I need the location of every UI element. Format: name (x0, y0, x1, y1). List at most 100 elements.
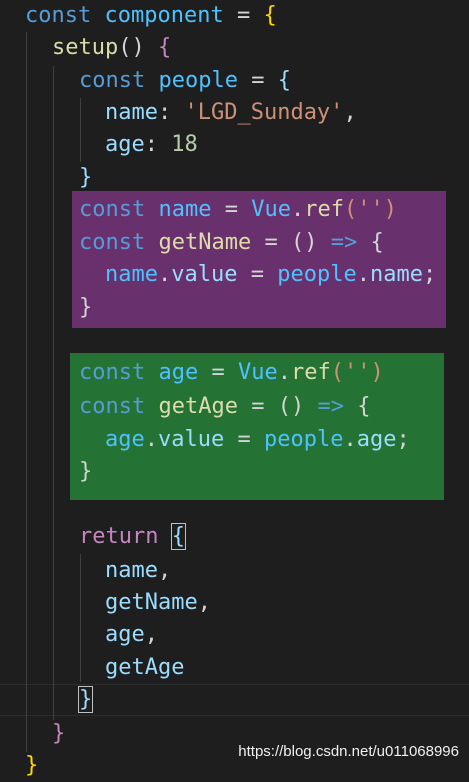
function-ref: ref (290, 360, 331, 385)
return-item-getname: getName (105, 590, 198, 615)
code-line-9[interactable]: name.value = people.name; (105, 259, 436, 291)
operator-assign: = (211, 197, 252, 222)
code-line-10[interactable]: } (79, 292, 92, 324)
brace-close: } (79, 295, 93, 320)
string-value: 'LGD_Sunday' (184, 100, 344, 125)
code-line-22[interactable]: } (25, 750, 38, 782)
parens: () (277, 394, 305, 419)
dot: . (157, 262, 172, 287)
code-line-19[interactable]: getAge (105, 652, 184, 684)
property-value: value (171, 262, 238, 287)
brace-close: } (79, 459, 93, 484)
watermark-url: https://blog.csdn.net/u011068996 (238, 743, 459, 760)
current-line-highlight (0, 684, 469, 716)
code-line-17[interactable]: getName, (105, 587, 211, 619)
code-line-8[interactable]: const getName = () => { (79, 227, 384, 259)
keyword-const: const (25, 3, 92, 28)
code-line-14[interactable]: } (79, 456, 92, 488)
code-line-6[interactable]: } (79, 162, 92, 194)
parens: () (118, 35, 145, 60)
code-line-12[interactable]: const getAge = () => { (79, 391, 370, 423)
identifier-getage: getAge (158, 394, 238, 419)
code-line-20[interactable]: } (77, 684, 94, 716)
operator-assign: = (251, 230, 291, 255)
keyword-const: const (79, 360, 146, 385)
property-age: age (105, 132, 145, 157)
identifier-age: age (158, 360, 199, 385)
code-line-5[interactable]: age: 18 (105, 129, 198, 161)
brace-open: { (277, 68, 291, 93)
dot: . (356, 262, 370, 287)
operator-assign: = (224, 427, 264, 452)
dot: . (343, 427, 357, 452)
identifier-age: age (105, 427, 145, 452)
function-setup: setup (52, 35, 119, 60)
operator-assign: = (237, 68, 278, 93)
indent-guide (26, 32, 27, 752)
brace-open: { (357, 394, 371, 419)
comma: , (343, 100, 357, 125)
dot: . (144, 427, 158, 452)
indent-guide (53, 66, 54, 720)
identifier-name: name (105, 262, 158, 287)
dot: . (277, 360, 291, 385)
property-name: name (105, 100, 158, 125)
code-line-7[interactable]: const name = Vue.ref('') (79, 194, 397, 226)
operator-assign: = (198, 360, 238, 385)
identifier-people: people (263, 427, 344, 452)
identifier-vue: Vue (237, 360, 278, 385)
brace-close: } (79, 165, 93, 190)
identifier-component: component (104, 3, 224, 28)
identifier-vue: Vue (251, 197, 291, 222)
brace-close-matched: } (77, 686, 94, 713)
code-editor[interactable]: const component = { setup() { const peop… (0, 0, 469, 778)
return-item-getage: getAge (105, 655, 185, 680)
brace-close: } (25, 753, 39, 778)
code-line-16[interactable]: name, (105, 555, 171, 587)
code-line-2[interactable]: setup() { (52, 32, 171, 64)
code-line-15[interactable]: return { (79, 521, 187, 553)
property-value: value (158, 427, 225, 452)
call-args: ('') (343, 197, 397, 222)
function-ref: ref (304, 197, 344, 222)
brace-open: { (370, 230, 384, 255)
keyword-const: const (79, 394, 146, 419)
code-line-13[interactable]: age.value = people.age; (105, 424, 410, 456)
indent-guide (80, 98, 81, 162)
identifier-people: people (158, 68, 238, 93)
code-line-4[interactable]: name: 'LGD_Sunday', (105, 97, 357, 129)
comma: , (144, 622, 158, 647)
return-item-name: name (105, 558, 158, 583)
comma: , (157, 558, 172, 583)
number-value: 18 (171, 132, 198, 157)
code-line-18[interactable]: age, (105, 619, 158, 651)
keyword-const: const (79, 197, 146, 222)
keyword-return: return (79, 524, 159, 549)
arrow: => (317, 230, 371, 255)
identifier-people: people (277, 262, 357, 287)
semicolon: ; (422, 262, 437, 287)
colon: : (144, 132, 172, 157)
identifier-name: name (158, 197, 212, 222)
code-line-1[interactable]: const component = { (25, 0, 277, 32)
code-line-3[interactable]: const people = { (79, 65, 291, 97)
operator-assign: = (223, 3, 264, 28)
keyword-const: const (79, 68, 146, 93)
parens: () (290, 230, 318, 255)
indent-guide (80, 554, 81, 682)
code-line-11[interactable]: const age = Vue.ref('') (79, 357, 384, 389)
property-name: name (369, 262, 423, 287)
operator-assign: = (237, 262, 278, 287)
arrow: => (304, 394, 358, 419)
brace-open-matched: { (170, 523, 187, 550)
brace-open: { (144, 35, 172, 60)
operator-assign: = (237, 394, 278, 419)
semicolon: ; (396, 427, 410, 452)
comma: , (197, 590, 211, 615)
keyword-const: const (79, 230, 146, 255)
colon: : (157, 100, 185, 125)
code-line-21[interactable]: } (52, 718, 65, 750)
brace-open: { (263, 3, 277, 28)
dot: . (290, 197, 305, 222)
return-item-age: age (105, 622, 145, 647)
